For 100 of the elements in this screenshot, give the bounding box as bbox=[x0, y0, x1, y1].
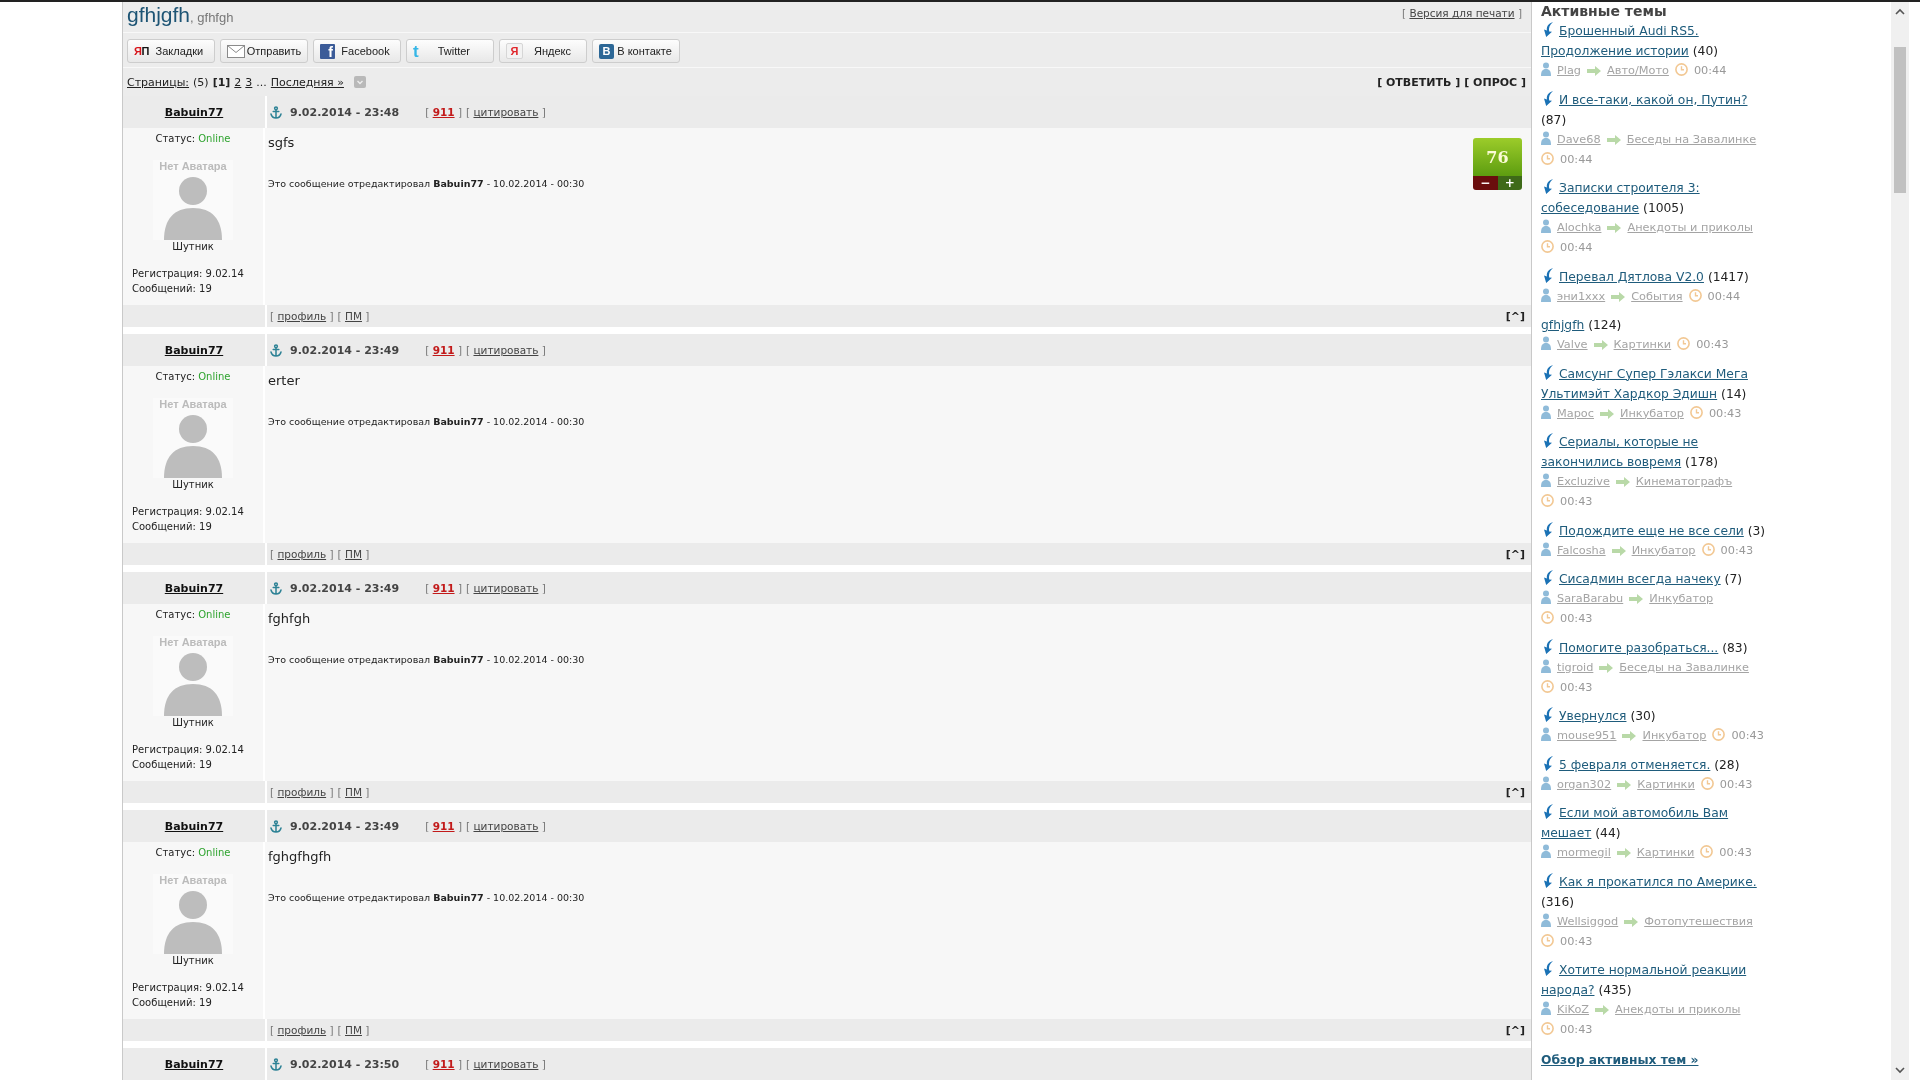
curved-arrow-icon[interactable] bbox=[1541, 804, 1554, 819]
scrollbar[interactable] bbox=[1891, 2, 1909, 1080]
vote-up-button[interactable]: + bbox=[1497, 176, 1522, 190]
author-link[interactable]: Babuin77 bbox=[164, 343, 224, 357]
quote-link[interactable]: [ цитировать ] bbox=[466, 106, 546, 118]
arrow-right-icon bbox=[1629, 594, 1644, 604]
curved-arrow-icon[interactable] bbox=[1541, 267, 1554, 283]
curved-arrow-icon[interactable] bbox=[1541, 521, 1554, 537]
last-page-link[interactable]: Последняя » bbox=[270, 75, 344, 89]
curved-arrow-icon[interactable] bbox=[1541, 570, 1554, 585]
clock-icon bbox=[1541, 933, 1554, 947]
quote-link[interactable]: [ цитировать ] bbox=[466, 344, 546, 356]
topic-link[interactable]: И все-таки, какой он, Путин? (87) bbox=[1541, 89, 1769, 130]
page-link[interactable]: [1] bbox=[212, 75, 231, 89]
report-link[interactable]: [ 911 ] bbox=[425, 582, 462, 594]
topic-link[interactable]: Помогите разобраться... (83) bbox=[1541, 637, 1769, 658]
private-message-link[interactable]: [ ПМ ] bbox=[337, 786, 370, 798]
curved-arrow-icon[interactable] bbox=[1541, 90, 1554, 106]
anchor-icon[interactable] bbox=[270, 819, 282, 833]
back-to-top-link[interactable]: [^] bbox=[1505, 309, 1525, 323]
message-count: Сообщений: 19 bbox=[131, 997, 212, 1009]
author-link[interactable]: Babuin77 bbox=[164, 581, 224, 595]
curved-arrow-icon[interactable] bbox=[1541, 22, 1554, 37]
topic-link[interactable]: Самсунг Супер Гэлакси Мега Ультимэйт Хардкор Эдишн (14) bbox=[1541, 363, 1769, 404]
topic-link[interactable]: Подождите еще не все сели (3) bbox=[1541, 520, 1769, 541]
profile-link[interactable]: [ профиль ] bbox=[270, 1024, 334, 1036]
report-link[interactable]: [ 911 ] bbox=[425, 106, 462, 118]
user-icon bbox=[1541, 130, 1551, 145]
facebook-share-button[interactable]: f Facebook bbox=[313, 39, 401, 63]
topic-link[interactable]: Брошенный Audi RS5. Продолжение истории (40) bbox=[1541, 21, 1769, 61]
curved-arrow-icon[interactable] bbox=[1541, 179, 1554, 194]
profile-link[interactable]: [ профиль ] bbox=[270, 548, 334, 560]
author-link[interactable]: Babuin77 bbox=[164, 1057, 224, 1071]
post-date: 9.02.2014 - 23:48 bbox=[290, 105, 400, 119]
report-link[interactable]: [ 911 ] bbox=[425, 344, 462, 356]
page-link[interactable]: 3 bbox=[245, 75, 253, 89]
avatar-silhouette bbox=[162, 650, 224, 716]
post-text: sgfs bbox=[268, 134, 296, 152]
curved-arrow-icon[interactable] bbox=[1541, 961, 1554, 976]
back-to-top-link[interactable]: [^] bbox=[1505, 785, 1525, 799]
author-link[interactable]: Babuin77 bbox=[164, 819, 224, 833]
arrow-right-icon bbox=[1593, 340, 1608, 350]
vk-icon: B bbox=[599, 43, 614, 59]
topic-link[interactable]: 5 февраля отменяется. (28) bbox=[1541, 754, 1769, 775]
anchor-icon[interactable] bbox=[270, 343, 282, 357]
topic-title: gfhjgfh bbox=[127, 2, 191, 28]
private-message-link[interactable]: [ ПМ ] bbox=[337, 310, 370, 322]
profile-link[interactable]: [ профиль ] bbox=[270, 310, 334, 322]
curved-arrow-icon[interactable] bbox=[1541, 872, 1554, 888]
arrow-right-icon bbox=[1617, 779, 1632, 790]
curved-arrow-icon[interactable] bbox=[1541, 364, 1554, 380]
curved-arrow-icon[interactable] bbox=[1541, 755, 1554, 771]
quote-link[interactable]: [ цитировать ] bbox=[466, 820, 546, 832]
print-version-link[interactable]: [ Версия для печати ] bbox=[1402, 3, 1522, 23]
topic-link[interactable]: Перевал Дятлова V2.0 (1417) bbox=[1541, 266, 1769, 287]
back-to-top-link[interactable]: [^] bbox=[1505, 547, 1525, 561]
pages-link[interactable]: Страницы: bbox=[127, 75, 190, 89]
back-to-top-link[interactable]: [^] bbox=[1505, 1023, 1525, 1037]
topic-link[interactable]: Хотите нормальной реакции народа? (435) bbox=[1541, 960, 1769, 1000]
send-button[interactable]: Отправить bbox=[220, 39, 308, 63]
author-link[interactable]: Babuin77 bbox=[164, 105, 224, 119]
topic-link[interactable]: Увернулся (30) bbox=[1541, 706, 1769, 726]
page-link[interactable]: 2 bbox=[234, 75, 242, 89]
chevron-down-icon[interactable] bbox=[1895, 1067, 1905, 1074]
curved-arrow-icon[interactable] bbox=[1541, 433, 1554, 448]
topic-link[interactable]: Как я прокатился по Америке. (316) bbox=[1541, 871, 1769, 912]
anchor-icon[interactable] bbox=[270, 1057, 282, 1071]
envelope-icon bbox=[227, 44, 245, 58]
scrollbar-thumb[interactable] bbox=[1894, 47, 1906, 193]
private-message-link[interactable]: [ ПМ ] bbox=[337, 548, 370, 560]
topic-link[interactable]: Записки строителя 3: собеседование (1005) bbox=[1541, 178, 1769, 218]
topic-time: 00:43 bbox=[1560, 495, 1593, 508]
private-message-link[interactable]: [ ПМ ] bbox=[337, 1024, 370, 1036]
report-link[interactable]: [ 911 ] bbox=[425, 820, 462, 832]
topic-link[interactable]: Если мой автомобиль Вам мешает (44) bbox=[1541, 803, 1769, 843]
report-link[interactable]: [ 911 ] bbox=[425, 1058, 462, 1070]
user-status: Статус: Online bbox=[155, 371, 231, 383]
clock-icon bbox=[1700, 845, 1714, 858]
vk-share-button[interactable]: B В контакте bbox=[592, 39, 680, 63]
topic-time: 00:44 bbox=[1693, 64, 1727, 77]
reply-link[interactable]: [ ОТВЕТИТЬ ] bbox=[1377, 75, 1461, 89]
anchor-icon[interactable] bbox=[270, 581, 282, 595]
vote-down-button[interactable]: − bbox=[1473, 176, 1498, 190]
topic-link[interactable]: gfhjgfh (124) bbox=[1541, 315, 1769, 335]
yandex-share-button[interactable]: Я Яндекс bbox=[499, 39, 587, 63]
quote-link[interactable]: [ цитировать ] bbox=[466, 582, 546, 594]
curved-arrow-icon[interactable] bbox=[1541, 638, 1554, 654]
bookmarks-button[interactable]: ЯП Закладки bbox=[127, 39, 215, 63]
chevron-up-icon[interactable] bbox=[1895, 8, 1905, 15]
anchor-icon[interactable] bbox=[270, 105, 282, 119]
poll-link[interactable]: [ ОПРОС ] bbox=[1464, 75, 1526, 89]
quote-link[interactable]: [ цитировать ] bbox=[466, 1058, 546, 1070]
twitter-share-button[interactable]: t Twitter bbox=[406, 39, 494, 63]
clock-icon bbox=[1677, 337, 1691, 350]
post-date: 9.02.2014 - 23:49 bbox=[290, 581, 400, 595]
curved-arrow-icon[interactable] bbox=[1541, 707, 1554, 722]
topic-link[interactable]: Сисадмин всегда начеку (7) bbox=[1541, 569, 1769, 589]
all-topics-link[interactable]: Обзор активных тем » bbox=[1541, 1052, 1699, 1067]
topic-link[interactable]: Сериалы, которые не закончились вовремя (178) bbox=[1541, 432, 1769, 472]
profile-link[interactable]: [ профиль ] bbox=[270, 786, 334, 798]
